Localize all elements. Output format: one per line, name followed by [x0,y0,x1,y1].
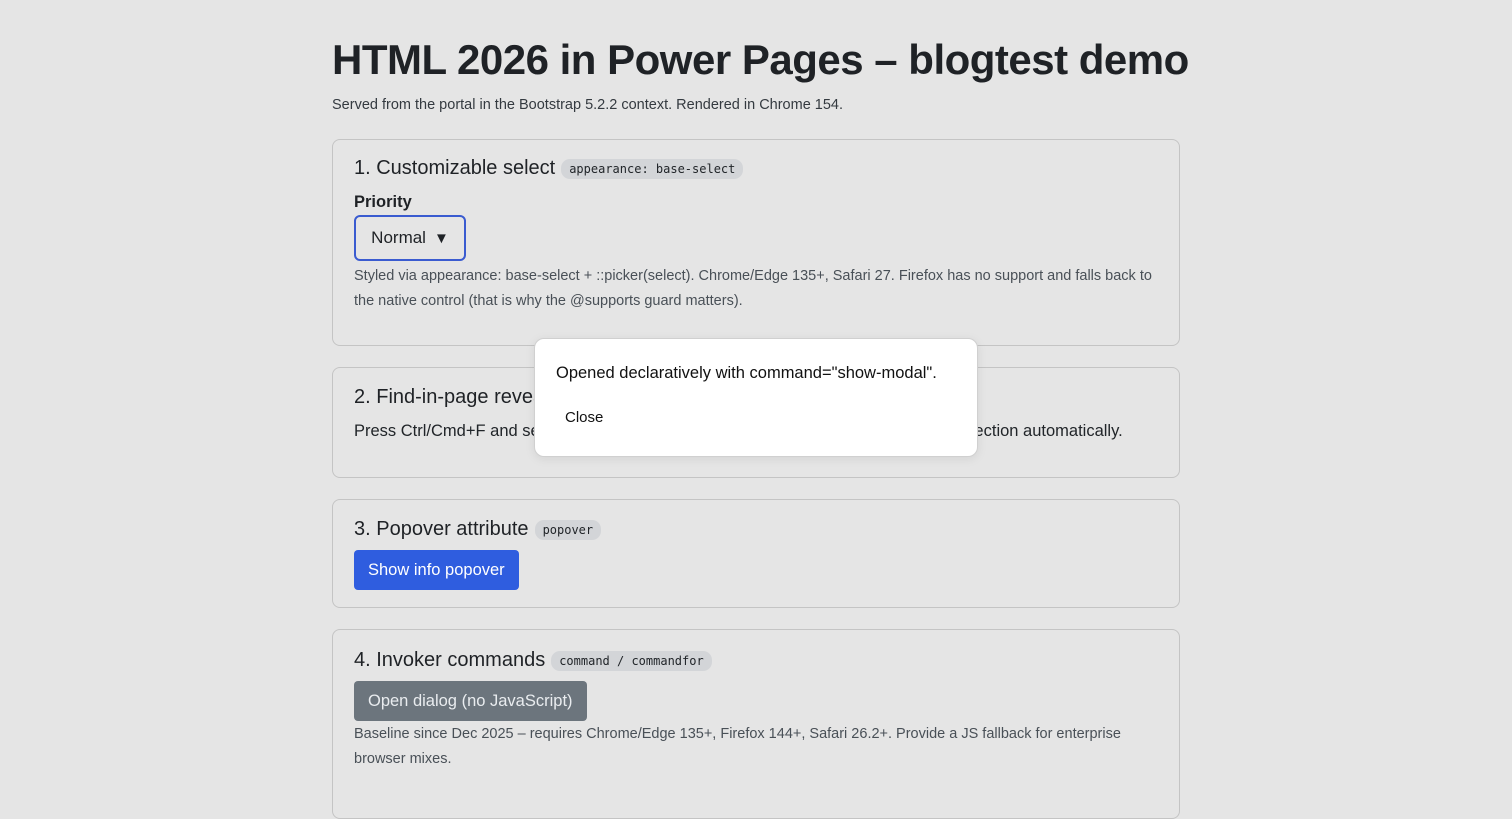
card-title-text: 1. Customizable select [354,157,556,179]
code-badge: command / commandfor [551,650,712,671]
card-title-text: 2. Find-in-page reveal [354,386,549,408]
caret-down-icon: ▼ [433,229,449,247]
page-subtitle: Served from the portal in the Bootstrap … [332,97,844,113]
card-title: 3. Popover attribute popover [354,518,602,541]
priority-label: Priority [354,193,412,211]
card-title: 4. Invoker commands command / commandfor [354,649,712,672]
card-customizable-select: 1. Customizable select appearance: base-… [332,139,1180,346]
card-title-text: 3. Popover attribute [354,518,529,540]
page-title: HTML 2026 in Power Pages – blogtest demo [332,36,1189,83]
close-button[interactable]: Close [557,406,611,429]
card-title: 1. Customizable select appearance: base-… [354,157,744,180]
card-popover: 3. Popover attribute popover Show info p… [332,499,1180,608]
card-invoker-commands: 4. Invoker commands command / commandfor… [332,629,1180,819]
code-badge: popover [534,519,602,540]
card-description: Baseline since Dec 2025 – requires Chrom… [354,726,1121,767]
card-description: Styled via appearance: base-select + ::p… [354,268,1152,309]
code-badge: appearance: base-select [561,158,744,179]
card-title: 2. Find-in-page reveal [354,386,549,409]
dialog-message: Opened declaratively with command="show-… [556,364,937,382]
modal-dialog: Opened declaratively with command="show-… [534,338,978,457]
priority-select[interactable]: Normal ▼ [354,215,466,261]
card-title-text: 4. Invoker commands [354,649,546,671]
show-info-popover-button[interactable]: Show info popover [354,550,519,590]
open-dialog-button[interactable]: Open dialog (no JavaScript) [354,681,587,721]
select-value: Normal [371,228,426,247]
